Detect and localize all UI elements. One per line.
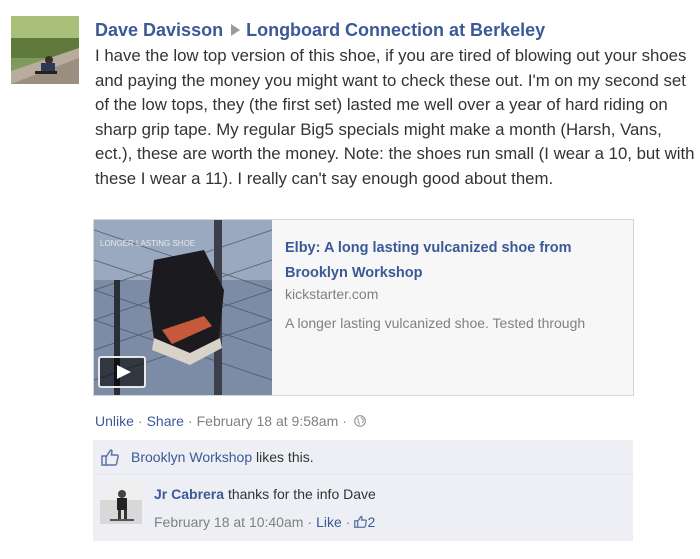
- commenter-name[interactable]: Jr Cabrera: [154, 486, 224, 502]
- post-actions: Unlike · Share · February 18 at 9:58am ·: [95, 413, 366, 429]
- likes-text: Brooklyn Workshop likes this.: [131, 449, 314, 465]
- play-icon: [117, 365, 131, 379]
- separator-dot: ·: [307, 514, 313, 530]
- comment-like-link[interactable]: Like: [316, 514, 342, 530]
- comment-text: thanks for the info Dave: [227, 486, 376, 502]
- comment-timestamp[interactable]: February 18 at 10:40am: [154, 514, 303, 530]
- group-link[interactable]: Longboard Connection at Berkeley: [246, 20, 545, 40]
- video-thumbnail[interactable]: LONGER LASTING SHOE: [94, 220, 272, 395]
- comment-meta: February 18 at 10:40am · Like · 2: [154, 514, 375, 530]
- separator-dot: ·: [187, 413, 193, 429]
- separator-dot: ·: [137, 413, 143, 429]
- author-avatar-image: [11, 16, 79, 84]
- like-count-value: 2: [367, 514, 376, 530]
- comment-line: Jr Cabrera thanks for the info Dave: [154, 486, 376, 502]
- comment: Jr Cabrera thanks for the info Dave Febr…: [93, 475, 633, 541]
- post-text: I have the low top version of this shoe,…: [95, 46, 695, 188]
- unlike-link[interactable]: Unlike: [95, 413, 134, 429]
- post-header: Dave Davisson Longboard Connection at Ber…: [95, 18, 545, 42]
- globe-icon[interactable]: [354, 414, 366, 427]
- attachment-title[interactable]: Elby: A long lasting vulcanized shoe fro…: [285, 236, 615, 286]
- attachment-domain: kickstarter.com: [285, 286, 379, 302]
- liker-link[interactable]: Brooklyn Workshop: [131, 449, 252, 465]
- play-button[interactable]: [98, 356, 146, 388]
- commenter-avatar[interactable]: [100, 482, 142, 524]
- separator-dot: ·: [342, 413, 347, 429]
- author-avatar[interactable]: [11, 16, 79, 84]
- thumb-caption: LONGER LASTING SHOE: [100, 239, 195, 248]
- arrow-right-icon: [231, 18, 241, 42]
- likes-summary: Brooklyn Workshop likes this.: [93, 440, 633, 475]
- share-link[interactable]: Share: [147, 413, 184, 429]
- attachment-description: A longer lasting vulcanized shoe. Tested…: [285, 315, 586, 331]
- link-attachment[interactable]: LONGER LASTING SHOE Elby: A long lasting…: [93, 219, 634, 396]
- thumbs-up-icon: [101, 448, 119, 466]
- commenter-avatar-image: [100, 482, 142, 524]
- author-link[interactable]: Dave Davisson: [95, 20, 223, 40]
- separator-dot: ·: [345, 514, 351, 530]
- thumbs-up-icon: [354, 515, 368, 528]
- likes-suffix: likes this.: [256, 449, 314, 465]
- comment-like-count[interactable]: 2: [354, 514, 375, 530]
- post-timestamp[interactable]: February 18 at 9:58am: [197, 413, 339, 429]
